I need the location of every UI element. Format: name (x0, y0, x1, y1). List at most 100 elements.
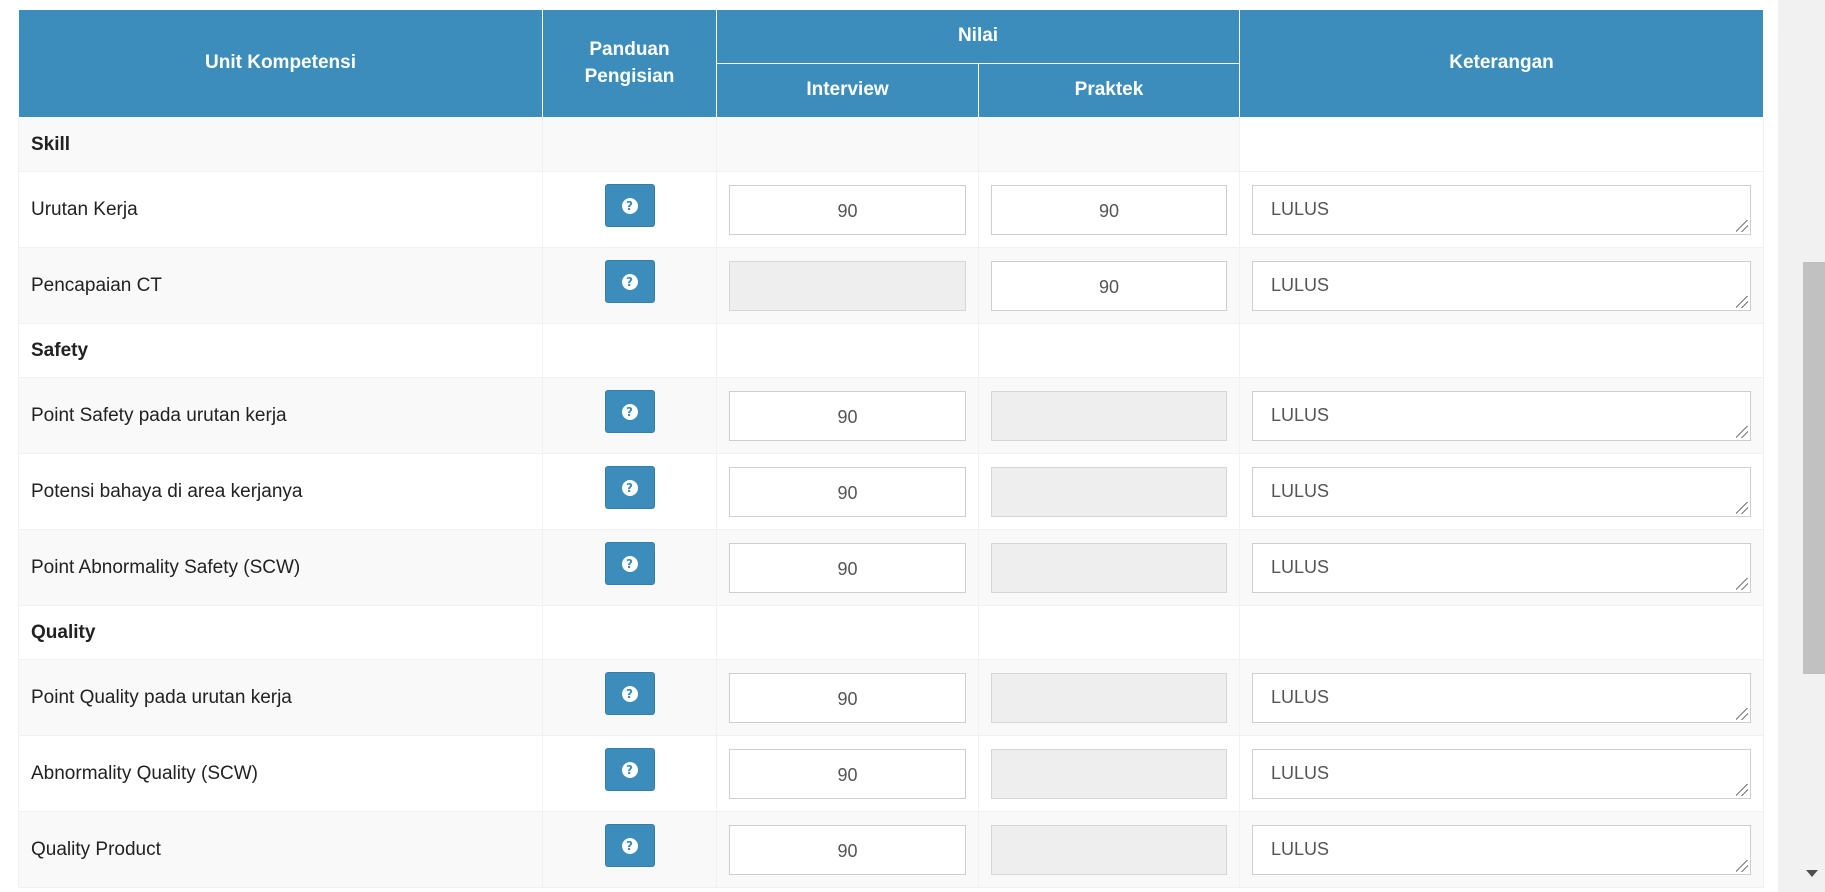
resize-grip-icon[interactable] (1736, 783, 1748, 796)
competency-label: Point Abnormality Safety (SCW) (18, 529, 543, 606)
keterangan-cell: LULUS (1239, 659, 1764, 736)
header-keterangan: Keterangan (1239, 9, 1764, 118)
category-spacer (542, 117, 717, 172)
header-praktek: Praktek (978, 63, 1240, 118)
category-spacer (978, 323, 1240, 378)
scroll-down-arrow-icon[interactable] (1806, 870, 1818, 877)
resize-grip-icon[interactable] (1736, 295, 1748, 308)
competency-label: Point Safety pada urutan kerja (18, 377, 543, 454)
praktek-score-input (991, 542, 1227, 593)
keterangan-textarea[interactable]: LULUS (1252, 824, 1751, 875)
scrollbar-thumb[interactable] (1803, 262, 1825, 674)
guide-cell: ? (542, 171, 717, 248)
praktek-score-input (991, 672, 1227, 723)
praktek-score-input[interactable]: 90 (991, 260, 1227, 311)
keterangan-text: LULUS (1271, 404, 1330, 425)
competency-label: Quality Product (18, 811, 543, 888)
keterangan-textarea[interactable]: LULUS (1252, 184, 1751, 235)
panduan-button[interactable]: ? (604, 672, 655, 715)
interview-cell: 90 (716, 811, 979, 888)
keterangan-cell: LULUS (1239, 735, 1764, 812)
keterangan-textarea[interactable]: LULUS (1252, 748, 1751, 799)
praktek-cell (978, 377, 1240, 454)
guide-cell: ? (542, 659, 717, 736)
category-spacer (716, 605, 979, 660)
question-circle-icon: ? (621, 837, 638, 854)
category-label: Quality (18, 605, 543, 660)
interview-cell: 90 (716, 453, 979, 530)
category-row: Safety (18, 323, 1764, 378)
resize-grip-icon[interactable] (1736, 425, 1748, 438)
interview-cell: 90 (716, 171, 979, 248)
competency-label: Urutan Kerja (18, 171, 543, 248)
interview-score-input[interactable]: 90 (729, 672, 966, 723)
guide-cell: ? (542, 529, 717, 606)
resize-grip-icon[interactable] (1736, 859, 1748, 872)
panduan-button[interactable]: ? (604, 260, 655, 303)
interview-cell: 90 (716, 659, 979, 736)
keterangan-cell: LULUS (1239, 247, 1764, 324)
resize-grip-icon[interactable] (1736, 501, 1748, 514)
panduan-button[interactable]: ? (604, 748, 655, 791)
category-row: Quality (18, 605, 1764, 660)
keterangan-cell: LULUS (1239, 529, 1764, 606)
interview-score-input[interactable]: 90 (729, 466, 966, 517)
competency-label: Abnormality Quality (SCW) (18, 735, 543, 812)
panduan-button[interactable]: ? (604, 390, 655, 433)
keterangan-textarea[interactable]: LULUS (1252, 542, 1751, 593)
table-row: Quality Product? 90 LULUS (18, 811, 1764, 888)
keterangan-cell: LULUS (1239, 377, 1764, 454)
table-row: Abnormality Quality (SCW)? 90 LULUS (18, 735, 1764, 812)
category-spacer (978, 117, 1240, 172)
panduan-button[interactable]: ? (604, 184, 655, 227)
keterangan-textarea[interactable]: LULUS (1252, 390, 1751, 441)
panduan-button[interactable]: ? (604, 466, 655, 509)
interview-score-input[interactable]: 90 (729, 390, 966, 441)
question-circle-icon: ? (621, 555, 638, 572)
keterangan-text: LULUS (1271, 274, 1330, 295)
keterangan-cell: LULUS (1239, 811, 1764, 888)
interview-score-input[interactable]: 90 (729, 542, 966, 593)
panduan-button[interactable]: ? (604, 824, 655, 867)
resize-grip-icon[interactable] (1736, 577, 1748, 590)
praktek-score-input (991, 466, 1227, 517)
resize-grip-icon[interactable] (1736, 707, 1748, 720)
panduan-button[interactable]: ? (604, 542, 655, 585)
category-spacer (978, 605, 1240, 660)
interview-cell: 90 (716, 735, 979, 812)
guide-cell: ? (542, 377, 717, 454)
competency-label: Pencapaian CT (18, 247, 543, 324)
resize-grip-icon[interactable] (1736, 219, 1748, 232)
category-spacer (1239, 605, 1764, 660)
category-spacer (716, 117, 979, 172)
header-unit-kompetensi: Unit Kompetensi (18, 9, 543, 118)
interview-cell (716, 247, 979, 324)
keterangan-textarea[interactable]: LULUS (1252, 466, 1751, 517)
interview-score-input[interactable]: 90 (729, 824, 966, 875)
interview-score-input[interactable]: 90 (729, 748, 966, 799)
keterangan-textarea[interactable]: LULUS (1252, 260, 1751, 311)
guide-cell: ? (542, 453, 717, 530)
category-label: Safety (18, 323, 543, 378)
table-row: Potensi bahaya di area kerjanya? 90 LULUS (18, 453, 1764, 530)
praktek-cell (978, 659, 1240, 736)
guide-cell: ? (542, 735, 717, 812)
keterangan-cell: LULUS (1239, 453, 1764, 530)
keterangan-textarea[interactable]: LULUS (1252, 672, 1751, 723)
header-panduan-pengisian: Panduan Pengisian (542, 9, 717, 118)
category-spacer (716, 323, 979, 378)
interview-score-input[interactable]: 90 (729, 184, 966, 235)
praktek-cell: 90 (978, 171, 1240, 248)
competency-table: Unit Kompetensi Panduan Pengisian Nilai … (18, 9, 1764, 888)
header-interview: Interview (716, 63, 979, 118)
table-row: Urutan Kerja? 90 90 LULUS (18, 171, 1764, 248)
category-row: Skill (18, 117, 1764, 172)
keterangan-text: LULUS (1271, 480, 1330, 501)
praktek-score-input[interactable]: 90 (991, 184, 1227, 235)
category-spacer (1239, 117, 1764, 172)
guide-cell: ? (542, 811, 717, 888)
table-row: Point Quality pada urutan kerja? 90 LULUS (18, 659, 1764, 736)
keterangan-text: LULUS (1271, 838, 1330, 859)
question-circle-icon: ? (621, 479, 638, 496)
keterangan-cell: LULUS (1239, 171, 1764, 248)
